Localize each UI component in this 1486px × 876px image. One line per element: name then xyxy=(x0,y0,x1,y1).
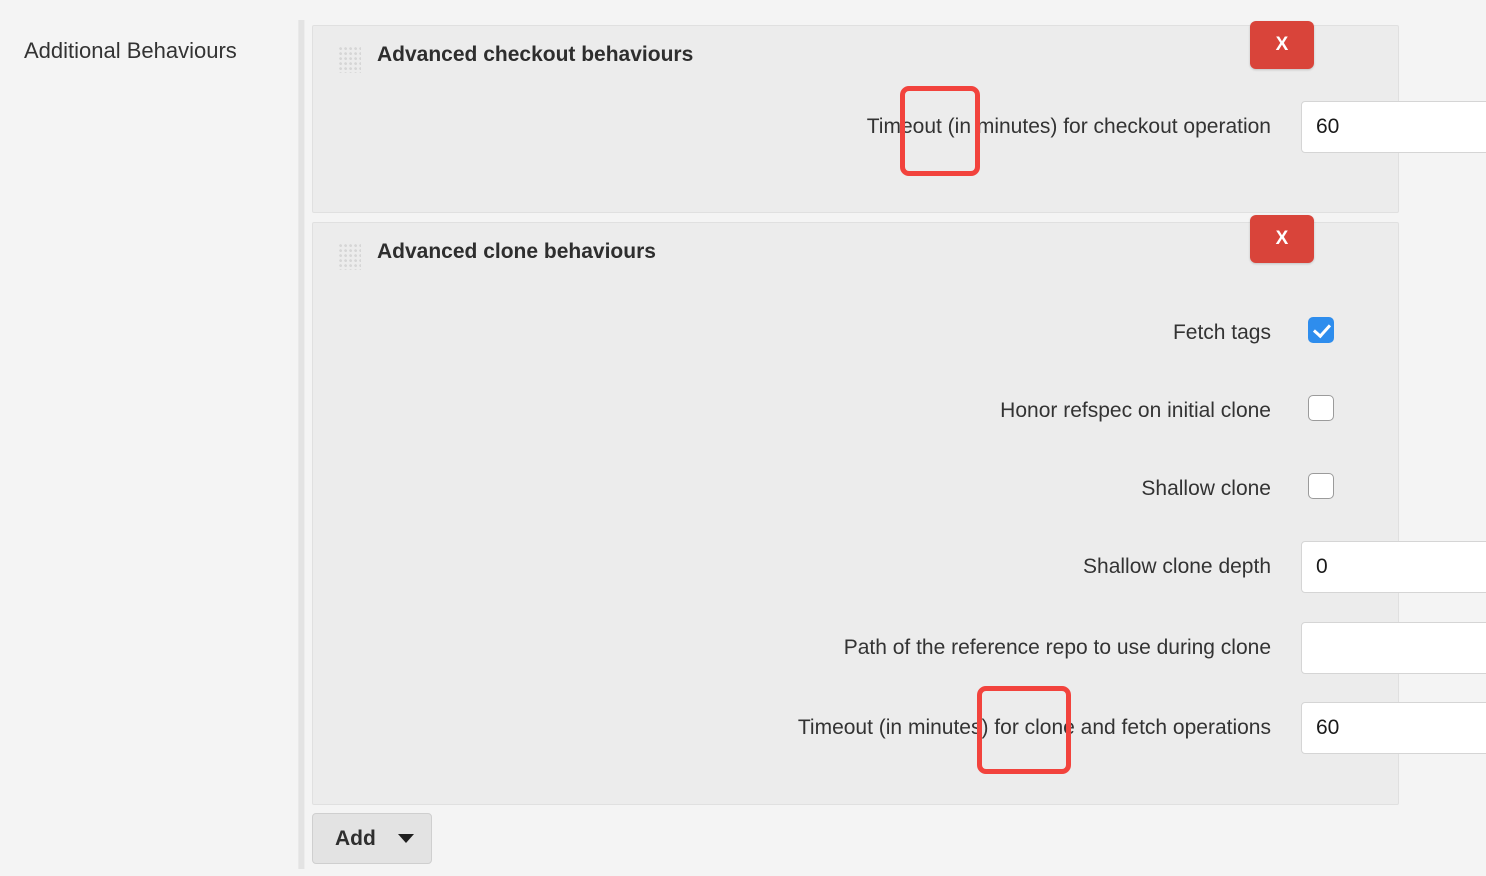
row-label: Shallow clone depth xyxy=(313,554,1271,580)
drag-handle-icon[interactable] xyxy=(339,47,361,73)
fetch-tags-checkbox[interactable] xyxy=(1308,317,1334,343)
behaviour-panel-clone: Advanced clone behaviours Fetch tags ? H… xyxy=(312,222,1486,805)
remove-checkout-behaviour-button[interactable]: X xyxy=(1250,21,1314,69)
panel-header: Advanced clone behaviours xyxy=(313,223,1398,285)
row-label: Timeout (in minutes) for clone and fetch… xyxy=(313,715,1271,741)
form-row-checkout-timeout: Timeout (in minutes) for checkout operat… xyxy=(313,88,1486,166)
row-label-text: Path of the reference repo to use during… xyxy=(843,636,1271,659)
add-behaviour-button[interactable]: Add xyxy=(312,813,432,864)
chevron-down-icon xyxy=(397,833,414,843)
row-label: Honor refspec on initial clone xyxy=(313,398,1271,424)
form-row-shallow-clone: Shallow clone ? xyxy=(313,451,1398,529)
panel-title: Advanced checkout behaviours xyxy=(377,43,694,66)
section-label: Additional Behaviours xyxy=(24,38,237,63)
row-label: Shallow clone xyxy=(313,476,1271,502)
column-divider xyxy=(298,20,305,869)
row-label: Timeout (in minutes) for checkout operat… xyxy=(313,114,1271,140)
panel-header: Advanced checkout behaviours xyxy=(313,26,1398,88)
form-row-honor-refspec: Honor refspec on initial clone ? xyxy=(313,373,1398,451)
clone-timeout-input[interactable] xyxy=(1301,702,1486,754)
row-label: Fetch tags xyxy=(313,320,1271,346)
behaviour-panel-checkout: Advanced checkout behaviours Timeout (in… xyxy=(312,25,1486,213)
row-label-text: Timeout (in minutes) for checkout operat… xyxy=(866,115,1271,138)
additional-behaviours-section: Additional Behaviours Advanced checkout … xyxy=(0,0,1486,876)
reference-repo-path-input[interactable] xyxy=(1301,622,1486,674)
row-label-text: Timeout (in minutes) for clone and fetch… xyxy=(797,716,1271,739)
remove-clone-behaviour-button[interactable]: X xyxy=(1250,215,1314,263)
row-label-text: Shallow clone xyxy=(1141,477,1271,500)
form-row-fetch-tags: Fetch tags ? xyxy=(313,295,1398,373)
shallow-clone-checkbox[interactable] xyxy=(1308,473,1334,499)
shallow-clone-depth-input[interactable] xyxy=(1301,541,1486,593)
row-label: Path of the reference repo to use during… xyxy=(313,635,1271,661)
add-button-label: Add xyxy=(335,827,376,850)
row-label-text: Honor refspec on initial clone xyxy=(1000,399,1271,422)
honor-refspec-checkbox[interactable] xyxy=(1308,395,1334,421)
drag-handle-icon[interactable] xyxy=(339,244,361,270)
form-row-reference-repo-path: Path of the reference repo to use during… xyxy=(313,610,1486,688)
form-row-shallow-clone-depth: Shallow clone depth ? xyxy=(313,529,1486,607)
form-row-clone-timeout: Timeout (in minutes) for clone and fetch… xyxy=(313,690,1486,768)
checkout-timeout-input[interactable] xyxy=(1301,101,1486,153)
row-label-text: Shallow clone depth xyxy=(1083,555,1271,578)
row-label-text: Fetch tags xyxy=(1172,321,1271,344)
panel-title: Advanced clone behaviours xyxy=(377,240,656,263)
